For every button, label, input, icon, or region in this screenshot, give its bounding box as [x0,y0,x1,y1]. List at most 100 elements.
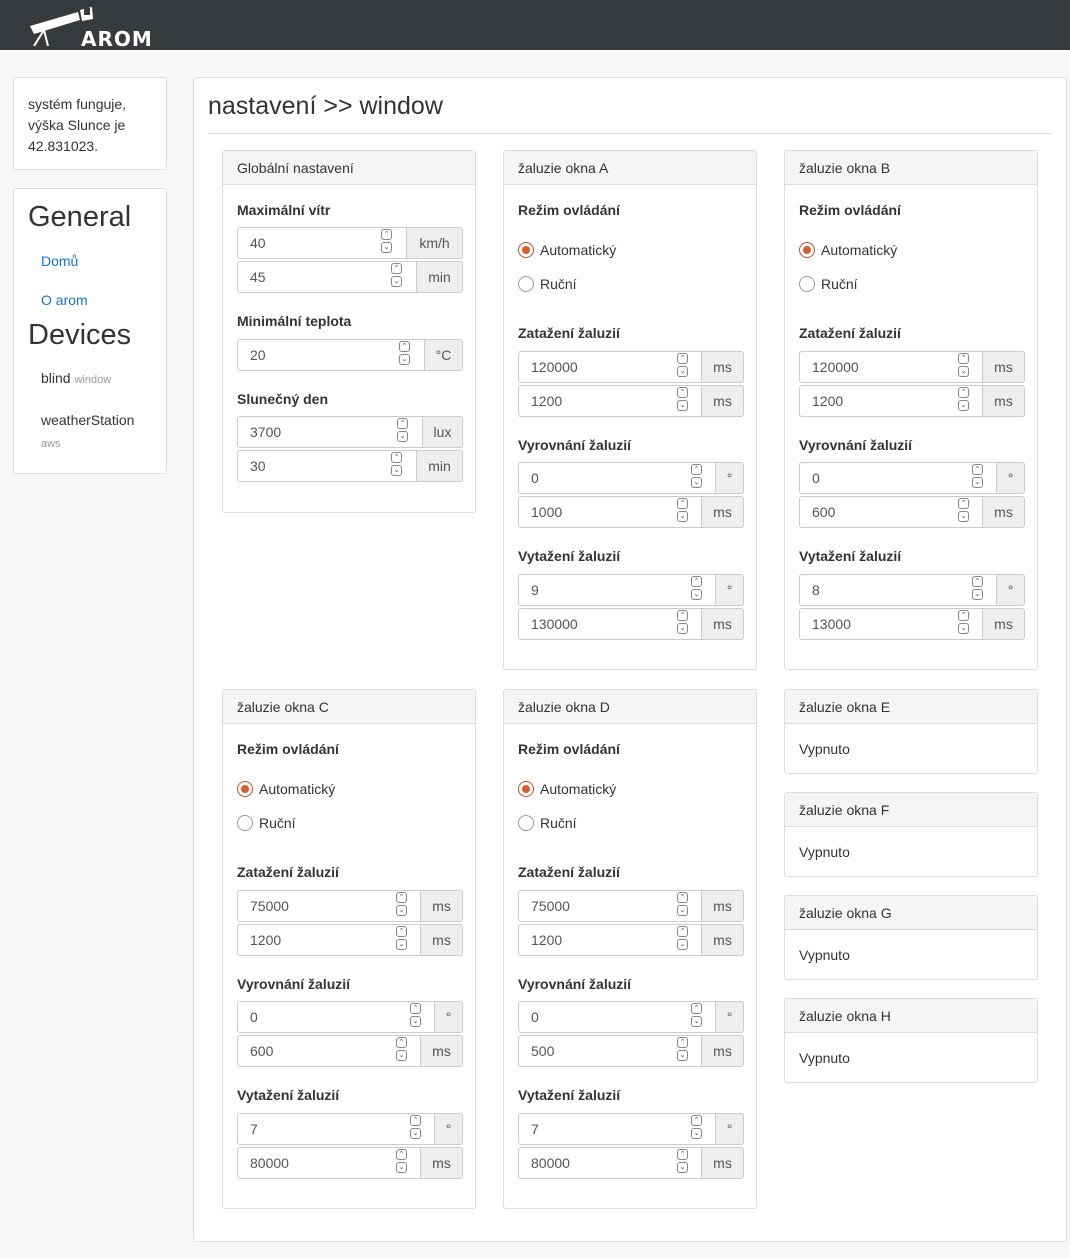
raise-input-1[interactable] [237,1113,435,1145]
spin-down-icon[interactable]: ⌄ [691,477,702,488]
spinner[interactable]: ⌃ ⌄ [958,498,970,526]
mode-manual-radio[interactable]: Ruční [518,276,577,292]
raise-input-1[interactable] [518,1113,716,1145]
spinner[interactable]: ⌃ ⌄ [677,1037,689,1065]
spinner[interactable]: ⌃ ⌄ [677,610,689,638]
pull-input-2[interactable] [237,924,421,956]
pull-input-2[interactable] [518,385,702,417]
spinner[interactable]: ⌃ ⌄ [396,1149,408,1177]
level-input-2[interactable] [237,1035,421,1067]
sunny-time-spinner[interactable]: ⌃ ⌄ [391,452,403,480]
spin-down-icon[interactable]: ⌄ [397,431,408,442]
spinner[interactable]: ⌃ ⌄ [691,1115,703,1143]
mode-auto-radio[interactable]: Automatický [799,242,897,258]
spin-down-icon[interactable]: ⌄ [396,939,407,950]
spin-up-icon[interactable]: ⌃ [396,1037,407,1048]
spin-up-icon[interactable]: ⌃ [972,576,983,587]
spinner[interactable]: ⌃ ⌄ [677,387,689,415]
spinner[interactable]: ⌃ ⌄ [677,353,689,381]
max-wind-time-spinner[interactable]: ⌃ ⌄ [391,263,403,291]
spin-up-icon[interactable]: ⌃ [958,498,969,509]
spin-down-icon[interactable]: ⌄ [410,1016,421,1027]
spin-up-icon[interactable]: ⌃ [396,1149,407,1160]
mode-manual-radio[interactable]: Ruční [518,815,577,831]
spinner[interactable]: ⌃ ⌄ [958,387,970,415]
raise-input-1[interactable] [518,574,716,606]
spin-down-icon[interactable]: ⌄ [958,366,969,377]
spinner[interactable]: ⌃ ⌄ [691,576,703,604]
spinner[interactable]: ⌃ ⌄ [972,464,984,492]
radio-checked-icon[interactable] [518,242,534,258]
spin-up-icon[interactable]: ⌃ [958,353,969,364]
level-input-2[interactable] [799,496,983,528]
spin-up-icon[interactable]: ⌃ [399,341,410,352]
pull-input-1[interactable] [237,890,421,922]
spin-up-icon[interactable]: ⌃ [677,1149,688,1160]
level-input-2[interactable] [518,1035,702,1067]
spin-up-icon[interactable]: ⌃ [391,263,402,274]
level-input-1[interactable] [237,1001,435,1033]
spinner[interactable]: ⌃ ⌄ [677,498,689,526]
raise-input-2[interactable] [518,608,702,640]
spin-up-icon[interactable]: ⌃ [677,892,688,903]
spin-up-icon[interactable]: ⌃ [410,1115,421,1126]
spin-down-icon[interactable]: ⌄ [972,589,983,600]
spinner[interactable]: ⌃ ⌄ [677,926,689,954]
spin-down-icon[interactable]: ⌄ [396,1162,407,1173]
spin-up-icon[interactable]: ⌃ [391,452,402,463]
spin-up-icon[interactable]: ⌃ [677,610,688,621]
spin-up-icon[interactable]: ⌃ [691,464,702,475]
spin-down-icon[interactable]: ⌄ [396,905,407,916]
spin-up-icon[interactable]: ⌃ [677,387,688,398]
spin-down-icon[interactable]: ⌄ [677,939,688,950]
sunny-time-input[interactable] [237,450,417,482]
spin-down-icon[interactable]: ⌄ [958,623,969,634]
spin-down-icon[interactable]: ⌄ [399,354,410,365]
nav-link-about[interactable]: O arom [41,292,88,308]
spinner[interactable]: ⌃ ⌄ [410,1115,422,1143]
spin-down-icon[interactable]: ⌄ [677,511,688,522]
spin-down-icon[interactable]: ⌄ [410,1128,421,1139]
min-temp-spinner[interactable]: ⌃ ⌄ [399,341,411,369]
spin-down-icon[interactable]: ⌄ [391,276,402,287]
radio-checked-icon[interactable] [237,781,253,797]
raise-input-1[interactable] [799,574,997,606]
mode-manual-radio[interactable]: Ruční [799,276,858,292]
spinner[interactable]: ⌃ ⌄ [958,353,970,381]
sunny-lux-spinner[interactable]: ⌃ ⌄ [397,418,409,446]
mode-auto-radio[interactable]: Automatický [237,781,335,797]
mode-auto-radio[interactable]: Automatický [518,242,616,258]
spinner[interactable]: ⌃ ⌄ [958,610,970,638]
mode-manual-radio[interactable]: Ruční [237,815,296,831]
raise-input-2[interactable] [237,1147,421,1179]
spin-up-icon[interactable]: ⌃ [958,610,969,621]
spin-up-icon[interactable]: ⌃ [381,229,392,240]
spinner[interactable]: ⌃ ⌄ [691,1003,703,1031]
spin-up-icon[interactable]: ⌃ [677,353,688,364]
spin-up-icon[interactable]: ⌃ [677,926,688,937]
spinner[interactable]: ⌃ ⌄ [410,1003,422,1031]
raise-input-2[interactable] [518,1147,702,1179]
spin-down-icon[interactable]: ⌄ [958,511,969,522]
radio-unchecked-icon[interactable] [518,815,534,831]
spin-down-icon[interactable]: ⌄ [677,400,688,411]
spin-down-icon[interactable]: ⌄ [691,589,702,600]
spin-up-icon[interactable]: ⌃ [691,576,702,587]
pull-input-1[interactable] [518,351,702,383]
spin-up-icon[interactable]: ⌃ [958,387,969,398]
pull-input-2[interactable] [518,924,702,956]
radio-unchecked-icon[interactable] [518,276,534,292]
radio-checked-icon[interactable] [799,242,815,258]
spin-up-icon[interactable]: ⌃ [972,464,983,475]
spin-up-icon[interactable]: ⌃ [677,1037,688,1048]
pull-input-1[interactable] [799,351,983,383]
max-wind-time-input[interactable] [237,261,417,293]
spinner[interactable]: ⌃ ⌄ [677,1149,689,1177]
mode-auto-radio[interactable]: Automatický [518,781,616,797]
level-input-1[interactable] [799,462,997,494]
spin-down-icon[interactable]: ⌄ [972,477,983,488]
spin-down-icon[interactable]: ⌄ [958,400,969,411]
spin-up-icon[interactable]: ⌃ [396,926,407,937]
level-input-1[interactable] [518,462,716,494]
spin-down-icon[interactable]: ⌄ [677,366,688,377]
